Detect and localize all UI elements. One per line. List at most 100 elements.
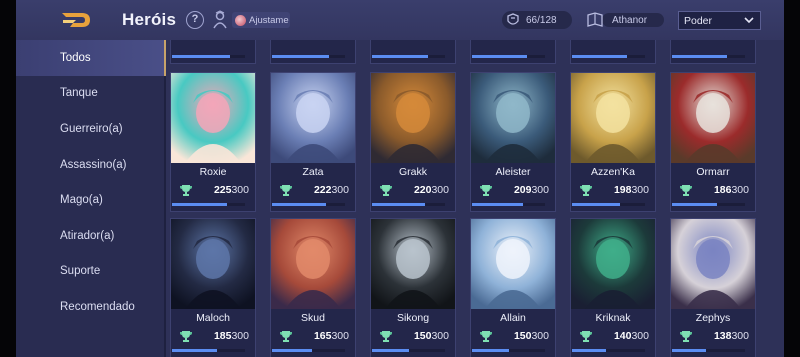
trophy-icon [380,331,392,342]
player-pill[interactable]: Athanor [586,11,664,29]
hero-portrait [671,73,755,163]
hero-power: 150300 [413,330,449,342]
power-progress-bar [172,203,245,206]
hero-name: Zata [271,163,355,181]
hero-portrait [671,219,755,309]
power-progress-bar [672,203,745,206]
hero-card-partial[interactable] [370,40,456,64]
hero-card-partial[interactable] [270,40,356,64]
trophy-icon [680,185,692,196]
power-progress-bar [372,203,445,206]
hero-power: 225300 [213,184,249,196]
player-name: Athanor [612,14,648,26]
sidebar-item-suporte[interactable]: Suporte [16,254,166,290]
sidebar-item-label: Mago(a) [60,194,103,207]
sidebar-item-mago[interactable]: Mago(a) [16,182,166,218]
book-icon [587,12,603,27]
sidebar-item-label: Tanque [60,87,98,100]
trophy-icon [680,331,692,342]
account-name: Ajustame [249,14,289,26]
hero-name: Azzen'Ka [571,163,655,181]
power-progress-bar [472,203,545,206]
hero-portrait [571,73,655,163]
hero-portrait [271,73,355,163]
hero-name: Skud [271,309,355,327]
hero-card-partial[interactable] [570,40,656,64]
hero-portrait [171,73,255,163]
account-pill[interactable]: Ajustame [232,12,290,28]
chevron-down-icon [744,17,754,24]
hero-power: 185300 [213,330,249,342]
sidebar-item-label: Guerreiro(a) [60,122,123,135]
trophy-icon [480,185,492,196]
hero-card[interactable]: Ormarr 186300 [670,72,756,212]
hero-power: 220300 [413,184,449,196]
sort-dropdown[interactable]: Poder [678,11,761,30]
page-title: Heróis [122,10,177,29]
sidebar-item-label: Assassino(a) [60,158,127,171]
hero-name: Kriknak [571,309,655,327]
power-progress-bar [372,349,445,352]
hero-card[interactable]: Roxie 225300 [170,72,256,212]
trophy-icon [580,331,592,342]
power-progress-bar [272,349,345,352]
hero-portrait [471,219,555,309]
hero-portrait [371,73,455,163]
top-bar: Heróis ? Ajustame 66/128 Athanor Poder [16,0,784,40]
hero-card[interactable]: Kriknak 140300 [570,218,656,357]
sidebar-item-tanque[interactable]: Tanque [16,76,166,112]
sidebar-item-label: Suporte [60,265,101,278]
back-arrow-icon [62,13,90,27]
sidebar-item-guerreiro[interactable]: Guerreiro(a) [16,111,166,147]
sidebar-item-atirador[interactable]: Atirador(a) [16,218,166,254]
power-progress-bar [672,349,745,352]
power-progress-bar [572,203,645,206]
power-progress-bar [472,349,545,352]
hero-card[interactable]: Sikong 150300 [370,218,456,357]
hero-card-partial[interactable] [170,40,256,64]
hero-card[interactable]: Allain 150300 [470,218,556,357]
help-button[interactable]: ? [186,11,204,29]
trophy-icon [180,185,192,196]
hero-power: 209300 [513,184,549,196]
hero-name: Allain [471,309,555,327]
hero-name: Aleister [471,163,555,181]
sidebar-item-label: Todos [60,51,91,64]
hero-helmet-icon [507,13,519,25]
ranking-icon[interactable] [212,10,228,30]
back-button[interactable] [60,9,94,31]
hero-name: Grakk [371,163,455,181]
hero-portrait [271,219,355,309]
hero-card[interactable]: Zata 222300 [270,72,356,212]
hero-power: 222300 [313,184,349,196]
hero-power: 165300 [313,330,349,342]
hero-power: 140300 [613,330,649,342]
sidebar-item-assassino[interactable]: Assassino(a) [16,147,166,183]
hero-portrait [471,73,555,163]
hero-name: Roxie [171,163,255,181]
hero-card-partial[interactable] [470,40,556,64]
category-sidebar: Todos Tanque Guerreiro(a) Assassino(a) M… [16,40,166,357]
hero-card[interactable]: Zephys 138300 [670,218,756,357]
trophy-icon [280,185,292,196]
hero-portrait [571,219,655,309]
trophy-icon [380,185,392,196]
hero-card[interactable]: Azzen'Ka 198300 [570,72,656,212]
sidebar-item-recomendado[interactable]: Recomendado [16,289,166,325]
hero-count-pill: 66/128 [502,11,572,29]
sidebar-item-label: Recomendado [60,300,135,313]
hero-portrait [371,219,455,309]
sidebar-item-todos[interactable]: Todos [16,40,166,76]
power-progress-bar [272,203,345,206]
hero-count: 66/128 [526,14,557,26]
trophy-icon [280,331,292,342]
hero-card[interactable]: Skud 165300 [270,218,356,357]
trophy-icon [580,185,592,196]
hero-card[interactable]: Grakk 220300 [370,72,456,212]
sort-selected: Poder [684,14,713,27]
hero-card[interactable]: Maloch 185300 [170,218,256,357]
hero-card[interactable]: Aleister 209300 [470,72,556,212]
power-progress-bar [572,349,645,352]
hero-name: Sikong [371,309,455,327]
hero-card-partial[interactable] [670,40,756,64]
